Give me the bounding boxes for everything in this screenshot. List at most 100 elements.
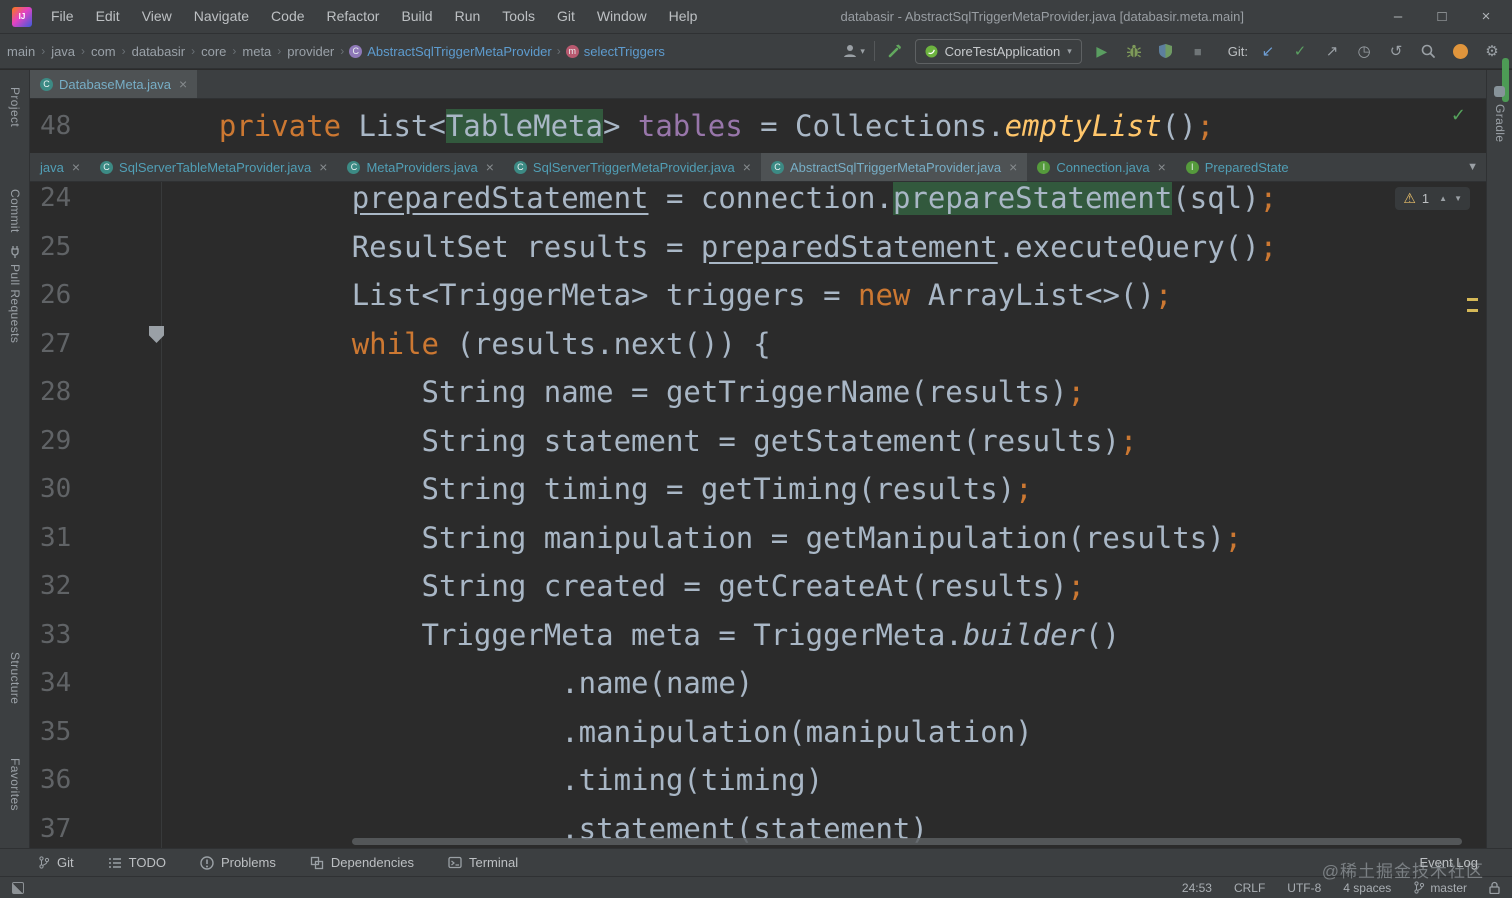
editor-tab[interactable]: C SqlServerTableMetaProvider.java ×	[90, 153, 337, 181]
sidebar-item-commit[interactable]: Commit	[8, 189, 22, 233]
top-editor[interactable]: 48 private List<TableMeta> tables = Coll…	[30, 99, 1486, 153]
toolwindow-button-dependencies[interactable]: Dependencies	[310, 855, 414, 870]
next-warning-icon[interactable]: ▼	[1454, 194, 1462, 203]
menu-item-code[interactable]: Code	[260, 0, 315, 33]
breadcrumb-item[interactable]: meta	[241, 44, 272, 59]
lock-icon[interactable]	[1489, 881, 1500, 894]
tab-list-chevron-icon[interactable]: ▼	[1459, 153, 1486, 181]
close-tab-icon[interactable]: ×	[1158, 159, 1166, 175]
line-number[interactable]: 25	[30, 223, 161, 272]
inspections-widget[interactable]: ⚠ 1 ▲ ▼	[1395, 187, 1470, 210]
git-branch-widget[interactable]: master	[1413, 881, 1467, 895]
breadcrumb-item[interactable]: java	[50, 44, 76, 59]
menu-item-edit[interactable]: Edit	[85, 0, 131, 33]
editor-gutter[interactable]: 24 25 26 27 28 29 30 31 32 33 34 35 36 37	[30, 182, 164, 849]
menu-item-build[interactable]: Build	[390, 0, 443, 33]
menu-item-run[interactable]: Run	[444, 0, 492, 33]
line-number[interactable]: 24	[30, 182, 161, 223]
toolwindow-button-problems[interactable]: Problems	[200, 855, 276, 870]
line-number[interactable]: 30	[30, 465, 161, 514]
editor-tab[interactable]: I PreparedState	[1176, 153, 1299, 181]
minimize-button[interactable]: –	[1376, 0, 1420, 33]
close-tab-icon[interactable]: ×	[486, 159, 494, 175]
coverage-shield-icon[interactable]	[1154, 39, 1178, 63]
prev-warning-icon[interactable]: ▲	[1439, 194, 1447, 203]
menu-item-file[interactable]: File	[40, 0, 85, 33]
editor-tab[interactable]: I Connection.java ×	[1027, 153, 1175, 181]
code-editor[interactable]: 24 25 26 27 28 29 30 31 32 33 34 35 36 37 preparedSta…	[30, 182, 1486, 848]
breadcrumb-item[interactable]: databasir	[131, 44, 186, 59]
notification-dot-icon[interactable]	[1448, 39, 1472, 63]
line-number[interactable]: 36	[30, 756, 161, 805]
stop-button[interactable]: ■	[1186, 39, 1210, 63]
close-button[interactable]: ×	[1464, 0, 1508, 33]
line-number[interactable]: 35	[30, 708, 161, 757]
sidebar-item-gradle[interactable]: Gradle	[1493, 104, 1507, 142]
breadcrumb-item[interactable]: provider	[286, 44, 335, 59]
editor-tab[interactable]: C SqlServerTriggerMetaProvider.java ×	[504, 153, 761, 181]
menu-item-help[interactable]: Help	[658, 0, 709, 33]
line-number[interactable]: 37	[30, 805, 161, 849]
editor-tab[interactable]: C DatabaseMeta.java ×	[30, 70, 198, 98]
menu-item-git[interactable]: Git	[546, 0, 586, 33]
breadcrumb-class[interactable]: C AbstractSqlTriggerMetaProvider	[349, 44, 552, 59]
close-tab-icon[interactable]: ×	[319, 159, 327, 175]
indent-setting[interactable]: 4 spaces	[1343, 881, 1391, 895]
menu-item-refactor[interactable]: Refactor	[316, 0, 391, 33]
line-number[interactable]: 34	[30, 659, 161, 708]
line-number[interactable]: 33	[30, 611, 161, 660]
toolwindow-button-todo[interactable]: TODO	[108, 855, 166, 870]
commit-button[interactable]: ✓	[1288, 39, 1312, 63]
run-config-select[interactable]: CoreTestApplication ▾	[914, 38, 1082, 64]
plug-icon[interactable]	[9, 246, 21, 258]
close-tab-icon[interactable]: ×	[743, 159, 751, 175]
close-tab-icon[interactable]: ×	[1009, 159, 1017, 175]
close-tab-icon[interactable]: ×	[72, 159, 80, 175]
run-button[interactable]: ▶	[1090, 39, 1114, 63]
watermark: @稀土掘金技术社区	[1321, 862, 1484, 881]
maximize-button[interactable]: □	[1420, 0, 1464, 33]
update-project-button[interactable]: ↙	[1256, 39, 1280, 63]
wrench-icon[interactable]	[883, 39, 907, 63]
horizontal-scrollbar[interactable]	[352, 838, 1462, 845]
line-number[interactable]: 27	[30, 320, 161, 369]
menu-item-tools[interactable]: Tools	[491, 0, 546, 33]
sidebar-item-structure[interactable]: Structure	[8, 652, 22, 704]
sidebar-item-pull-requests[interactable]: Pull Requests	[8, 264, 22, 343]
editor-tab[interactable]: C AbstractSqlTriggerMetaProvider.java ×	[760, 153, 1028, 181]
caret-position[interactable]: 24:53	[1182, 881, 1212, 895]
editor-code[interactable]: preparedStatement = connection.prepareSt…	[162, 182, 1486, 848]
breadcrumb-item[interactable]: com	[90, 44, 117, 59]
line-number[interactable]: 48	[30, 99, 149, 153]
inspections-ok-icon[interactable]: ✓	[1451, 105, 1466, 126]
debug-bug-icon[interactable]	[1122, 39, 1146, 63]
line-number[interactable]: 28	[30, 368, 161, 417]
push-button[interactable]: ↗	[1320, 39, 1344, 63]
close-tab-icon[interactable]: ×	[179, 76, 187, 92]
line-ending[interactable]: CRLF	[1234, 881, 1265, 895]
toolwindow-button-terminal[interactable]: Terminal	[448, 855, 518, 870]
menu-item-view[interactable]: View	[131, 0, 183, 33]
menu-item-window[interactable]: Window	[586, 0, 658, 33]
toolwindow-button-git[interactable]: Git	[38, 855, 74, 870]
encoding[interactable]: UTF-8	[1287, 881, 1321, 895]
breadcrumb-method[interactable]: m selectTriggers	[565, 44, 665, 59]
user-icon[interactable]: ▾	[842, 39, 866, 63]
settings-gear-icon[interactable]: ⚙	[1480, 39, 1504, 63]
breadcrumb-item[interactable]: main	[6, 44, 36, 59]
line-number[interactable]: 26	[30, 271, 161, 320]
rollback-icon[interactable]: ↺	[1384, 39, 1408, 63]
line-number[interactable]: 31	[30, 514, 161, 563]
editor-tab[interactable]: C MetaProviders.java ×	[337, 153, 503, 181]
line-number[interactable]: 32	[30, 562, 161, 611]
history-clock-icon[interactable]: ◷	[1352, 39, 1376, 63]
code-token: = connection.	[648, 182, 893, 215]
sidebar-item-favorites[interactable]: Favorites	[8, 758, 22, 811]
toolwindow-toggle-icon[interactable]	[12, 881, 24, 894]
line-number[interactable]: 29	[30, 417, 161, 466]
breadcrumb-item[interactable]: core	[200, 44, 227, 59]
menu-item-navigate[interactable]: Navigate	[183, 0, 260, 33]
editor-tab[interactable]: java ×	[30, 153, 90, 181]
sidebar-item-project[interactable]: Project	[8, 87, 22, 127]
search-icon[interactable]	[1416, 39, 1440, 63]
